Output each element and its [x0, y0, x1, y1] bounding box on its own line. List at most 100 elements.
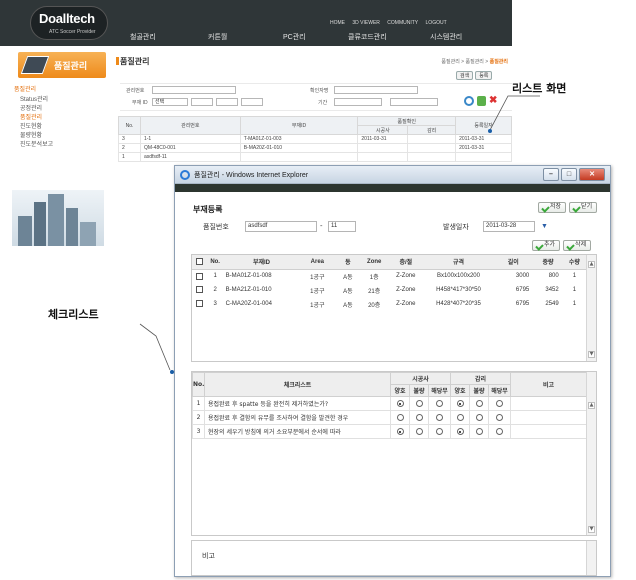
- parts-buttons: 추가 삭제: [529, 240, 592, 251]
- table-row[interactable]: 3 C-MA20Z-01-004 1공구 A동 20층 Z-Zone H428*…: [192, 297, 586, 311]
- search-panel: 관리번호 확인자명 부재 ID 선택 기간 ✖: [120, 83, 512, 111]
- sidebar-item-status[interactable]: Status관리: [20, 94, 110, 103]
- row-checkbox[interactable]: [195, 272, 203, 280]
- sidebar-item-quality[interactable]: 품질관리: [20, 112, 110, 121]
- supervision-bad-radio[interactable]: [475, 428, 483, 435]
- company-logo[interactable]: Doalltech ATC Soccer Provider: [30, 6, 108, 40]
- contractor-good-radio[interactable]: [396, 414, 404, 421]
- util-link-home[interactable]: HOME: [330, 20, 345, 26]
- contractor-bad-radio[interactable]: [415, 400, 423, 407]
- supervision-good-radio[interactable]: [456, 400, 464, 407]
- table-row[interactable]: 3 1-1 T-MA01Z-01-003 2011-03-31 2011-03-31: [118, 134, 512, 144]
- table-row[interactable]: 2 QM-48C0-001 B-MA20Z-01-010 2011-03-31: [118, 143, 512, 153]
- note-cell[interactable]: [510, 396, 588, 411]
- contractor-na-radio[interactable]: [436, 400, 444, 407]
- add-button[interactable]: 추가: [532, 240, 561, 251]
- contractor-na-radio[interactable]: [436, 414, 444, 421]
- excel-icon[interactable]: [477, 96, 486, 106]
- close-button[interactable]: 닫기: [569, 202, 598, 213]
- sidebar-title: 품질관리: [18, 52, 106, 78]
- checklist-row: 2 용접완료 후 결함의 유무를 조사하여 결함을 발견한 경우: [192, 410, 588, 425]
- part-id-input-3[interactable]: [241, 98, 263, 106]
- contractor-na-radio[interactable]: [436, 428, 444, 435]
- annotation-list-screen: 리스트 화면: [512, 82, 567, 95]
- calendar-dropdown-icon[interactable]: ▼: [541, 223, 548, 230]
- nav-system-management[interactable]: 시스템관리: [430, 32, 462, 42]
- sidebar-root-quality[interactable]: 품질관리: [14, 84, 104, 93]
- form-heading: 부재등록: [193, 205, 223, 214]
- supervision-na-radio[interactable]: [496, 428, 504, 435]
- maximize-button[interactable]: □: [561, 168, 577, 181]
- date-input[interactable]: 2011-03-28: [483, 221, 535, 232]
- minimize-button[interactable]: –: [543, 168, 559, 181]
- contractor-bad-radio[interactable]: [415, 428, 423, 435]
- contractor-bad-radio[interactable]: [415, 414, 423, 421]
- popup-title-bar[interactable]: 품질관리 - Windows Internet Explorer – □ ✕: [175, 166, 610, 184]
- util-link-community[interactable]: COMMUNITY: [387, 20, 418, 26]
- table-row[interactable]: 1 B-MA01Z-01-008 1공구 A동 1층 Z-Zone Bx100x…: [192, 269, 586, 283]
- quality-no-input[interactable]: asdfsdf: [245, 221, 317, 232]
- supervision-na-radio[interactable]: [496, 414, 504, 421]
- checklist-scrollbar[interactable]: ▲ ▼: [586, 372, 596, 535]
- quality-no-suffix-input[interactable]: 11: [328, 221, 356, 232]
- row-checkbox[interactable]: [195, 300, 203, 308]
- supervision-bad-radio[interactable]: [475, 400, 483, 407]
- scroll-down-icon[interactable]: ▼: [588, 351, 595, 358]
- note-scrollbar[interactable]: [586, 541, 596, 575]
- logo-text: Doalltech: [39, 11, 95, 26]
- util-link-3d-viewer[interactable]: 3D VIEWER: [352, 20, 380, 26]
- delete-button[interactable]: 삭제: [563, 240, 592, 251]
- contractor-good-radio[interactable]: [396, 400, 404, 407]
- search-button[interactable]: 검색: [456, 71, 474, 80]
- table-row[interactable]: 1 asdfsdf-11: [118, 152, 512, 162]
- period-end-input[interactable]: [390, 98, 438, 106]
- sidebar-item-progress-report[interactable]: 진도분석보고: [20, 139, 110, 148]
- nav-code-management[interactable]: 클류코드관리: [348, 32, 387, 42]
- save-button[interactable]: 저장: [538, 202, 567, 213]
- sidebar-item-process[interactable]: 공정관리: [20, 103, 110, 112]
- row-checkbox[interactable]: [195, 286, 203, 294]
- util-link-logout[interactable]: LOGOUT: [426, 20, 447, 26]
- table-row[interactable]: 2 B-MA21Z-01-010 1공구 A동 21층 Z-Zone H458*…: [192, 283, 586, 297]
- popup-title: 품질관리 - Windows Internet Explorer: [194, 172, 309, 179]
- manage-no-input[interactable]: [152, 86, 236, 94]
- logo-subtitle: ATC Soccer Provider: [49, 29, 96, 35]
- nav-curtain-wall[interactable]: 커튼월: [208, 32, 227, 42]
- contractor-good-radio[interactable]: [396, 428, 404, 435]
- scroll-down-icon[interactable]: ▼: [588, 526, 595, 533]
- parts-scrollbar[interactable]: ▲ ▼: [586, 255, 596, 361]
- ie-icon: [180, 170, 190, 180]
- sidebar-item-progress[interactable]: 진도현황: [20, 121, 110, 130]
- magnifier-icon[interactable]: [464, 96, 474, 106]
- part-id-input-2[interactable]: [216, 98, 238, 106]
- scroll-up-icon[interactable]: ▲: [588, 402, 595, 409]
- supervision-na-radio[interactable]: [496, 400, 504, 407]
- date-label: 발생일자: [443, 223, 469, 231]
- register-button[interactable]: 등록: [475, 71, 493, 80]
- form-fields: 품질번호 asdfsdf - 11 발생일자 2011-03-28 ▼: [203, 221, 548, 232]
- list-buttons: 검색 등록: [454, 71, 493, 80]
- note-cell[interactable]: [510, 424, 588, 439]
- period-start-input[interactable]: [334, 98, 382, 106]
- page-title: 품질관리: [120, 57, 150, 66]
- nav-pc-management[interactable]: PC관리: [283, 32, 306, 42]
- checklist-row: 1 용접완료 후 spatte 등을 완전히 제거하였는가?: [192, 396, 588, 411]
- note-area[interactable]: 비고: [191, 540, 597, 576]
- nav-steel-frame[interactable]: 철골관리: [130, 32, 156, 42]
- sidebar-item-quantity[interactable]: 물량현황: [20, 130, 110, 139]
- checklist-row: 3 현장의 세우기 방침에 의거 소요부분에서 순서에 따라: [192, 424, 588, 439]
- delete-icon[interactable]: ✖: [489, 95, 497, 106]
- part-id-input-1[interactable]: [191, 98, 213, 106]
- close-window-button[interactable]: ✕: [579, 168, 605, 181]
- part-id-select[interactable]: 선택: [152, 98, 188, 106]
- select-all-checkbox[interactable]: [195, 258, 203, 266]
- popup-header-bar: [175, 184, 610, 192]
- annotation-checklist: 체크리스트: [48, 308, 99, 321]
- supervision-bad-radio[interactable]: [475, 414, 483, 421]
- folder-icon: [20, 56, 50, 74]
- scroll-up-icon[interactable]: ▲: [588, 261, 595, 268]
- note-cell[interactable]: [510, 410, 588, 425]
- supervision-good-radio[interactable]: [456, 414, 464, 421]
- supervision-good-radio[interactable]: [456, 428, 464, 435]
- checker-name-input[interactable]: [334, 86, 418, 94]
